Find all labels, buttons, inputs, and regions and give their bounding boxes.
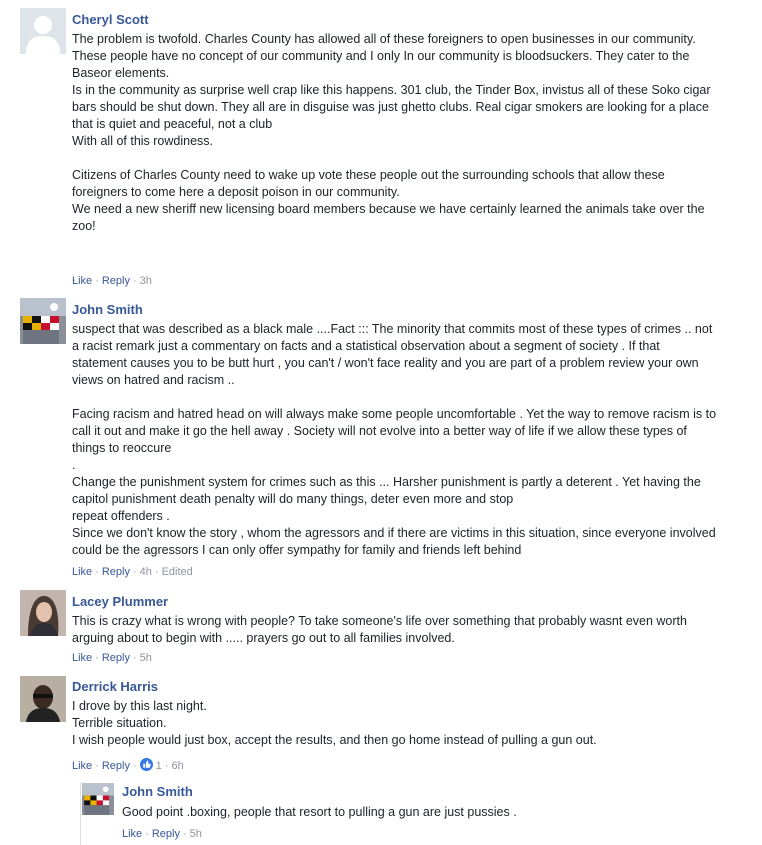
comment-text: This is crazy what is wrong with people?… (72, 614, 687, 645)
reaction-count[interactable]: 1 (153, 760, 162, 772)
comment-author[interactable]: Lacey Plummer (72, 594, 168, 609)
comment-text: Good point .boxing, people that resort t… (122, 805, 517, 819)
reply-link[interactable]: Reply (152, 828, 180, 840)
like-reaction-icon[interactable] (139, 758, 153, 774)
reply-thread-line (80, 782, 81, 845)
like-link[interactable]: Like (72, 275, 92, 287)
profile-photo-icon (20, 676, 66, 722)
like-link[interactable]: Like (72, 566, 92, 578)
avatar[interactable] (20, 676, 66, 722)
like-link[interactable]: Like (72, 652, 92, 664)
flag-avatar-icon (20, 298, 66, 344)
timestamp[interactable]: 4h (140, 566, 152, 578)
edited-label[interactable]: Edited (162, 566, 193, 578)
reply-link[interactable]: Reply (102, 760, 130, 772)
avatar[interactable] (20, 298, 66, 344)
timestamp[interactable]: 5h (190, 828, 202, 840)
reply-link[interactable]: Reply (102, 652, 130, 664)
profile-photo-icon (20, 590, 66, 636)
comment-text: suspect that was described as a black ma… (72, 322, 717, 557)
timestamp[interactable]: 6h (171, 760, 183, 772)
comment-actions: Like · Reply · 3h (72, 275, 152, 287)
default-avatar[interactable] (20, 8, 66, 54)
comment-author[interactable]: Derrick Harris (72, 679, 158, 694)
flag-avatar-icon (82, 783, 114, 815)
comment-text: I drove by this last night. Terrible sit… (72, 699, 597, 747)
comment-author[interactable]: John Smith (122, 784, 193, 799)
reply-link[interactable]: Reply (102, 566, 130, 578)
like-link[interactable]: Like (72, 760, 92, 772)
like-link[interactable]: Like (122, 828, 142, 840)
avatar[interactable] (20, 590, 66, 636)
timestamp[interactable]: 3h (140, 275, 152, 287)
reply-link[interactable]: Reply (102, 275, 130, 287)
timestamp[interactable]: 5h (140, 652, 152, 664)
comment-author[interactable]: Cheryl Scott (72, 12, 149, 27)
user-silhouette-icon (20, 8, 66, 54)
comment-actions: Like · Reply · 5h (122, 828, 202, 840)
avatar[interactable] (82, 783, 114, 815)
comment-author[interactable]: John Smith (72, 302, 143, 317)
comment-actions: Like · Reply · 1 · 6h (72, 758, 184, 774)
comment-text: The problem is twofold. Charles County h… (72, 32, 711, 284)
comment-actions: Like · Reply · 4h · Edited (72, 566, 193, 578)
comment-actions: Like · Reply · 5h (72, 652, 152, 664)
